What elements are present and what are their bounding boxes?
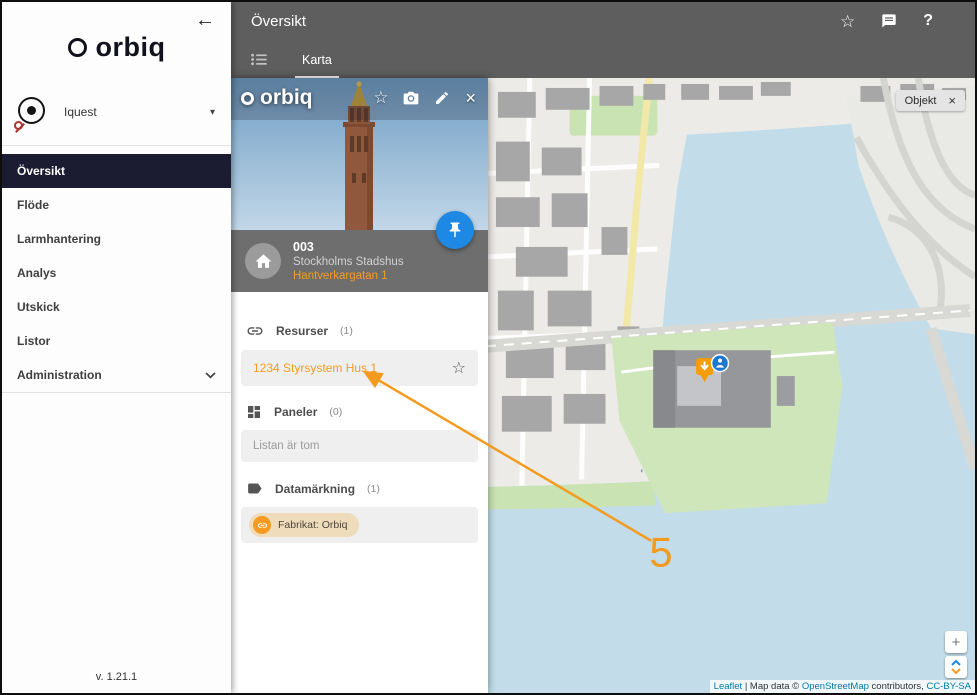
zoom-in-button[interactable]: + bbox=[945, 631, 967, 653]
resources-section-header: Resurser (1) bbox=[231, 322, 488, 340]
panel-body: Resurser (1) 1234 Styrsystem Hus 1 ☆ Pan… bbox=[231, 292, 488, 693]
back-arrow-icon[interactable]: ← bbox=[195, 10, 215, 30]
sidebar-item-label: Analys bbox=[17, 266, 56, 280]
tags-row: Fabrikat: Orbiq bbox=[241, 507, 478, 543]
map-marker-badge[interactable] bbox=[712, 355, 729, 372]
panels-section-header: Paneler (0) bbox=[231, 404, 488, 420]
tags-count: (1) bbox=[367, 483, 380, 495]
account-selector[interactable]: Iquest ▾ bbox=[2, 97, 231, 143]
empty-text: Listan är tom bbox=[253, 440, 319, 452]
camera-icon[interactable] bbox=[403, 91, 419, 105]
favorite-star-icon[interactable]: ☆ bbox=[373, 88, 388, 108]
resources-count: (1) bbox=[340, 325, 353, 337]
attribution-text: | Map data © bbox=[742, 681, 802, 692]
sidebar-item-listor[interactable]: Listor bbox=[2, 324, 231, 358]
tag-chip-label: Fabrikat: Orbiq bbox=[278, 519, 347, 531]
app-window: ← orbiq Iquest ▾ Översikt Flöde Larmhant… bbox=[0, 0, 977, 695]
favorite-star-icon[interactable]: ☆ bbox=[840, 13, 855, 30]
caret-down-icon: ▾ bbox=[210, 107, 215, 118]
sidebar-item-label: Översikt bbox=[17, 164, 65, 178]
resource-list-item[interactable]: 1234 Styrsystem Hus 1 ☆ bbox=[241, 350, 478, 386]
chevron-down-icon bbox=[205, 372, 216, 379]
object-info-bar: 003 Stockholms Stadshus Hantverkargatan … bbox=[231, 230, 488, 292]
orbiq-logo-ring-icon bbox=[68, 38, 87, 57]
object-name: Stockholms Stadshus bbox=[293, 256, 404, 268]
object-detail-panel: orbiq ☆ × 003 bbox=[231, 78, 488, 693]
panels-empty-state: Listan är tom bbox=[241, 430, 478, 462]
account-name: Iquest bbox=[64, 105, 97, 119]
orbiq-logo-ring-icon bbox=[241, 92, 254, 105]
resource-name: 1234 Styrsystem Hus 1 bbox=[253, 361, 377, 375]
sidebar-item-larmhantering[interactable]: Larmhantering bbox=[2, 222, 231, 256]
content-area: Objekt × + Leaflet | Map data © OpenStre… bbox=[231, 78, 975, 693]
sidebar-item-label: Larmhantering bbox=[17, 232, 101, 246]
orbiq-logo-text: orbiq bbox=[260, 86, 313, 110]
panels-count: (0) bbox=[329, 406, 342, 418]
tab-karta[interactable]: Karta bbox=[295, 53, 339, 78]
attribution-text: contributors, bbox=[869, 681, 927, 692]
tags-section-header: Datamärkning (1) bbox=[231, 480, 488, 497]
app-version: v. 1.21.1 bbox=[2, 661, 231, 693]
tag-link-icon bbox=[253, 516, 271, 534]
page-title: Översikt bbox=[251, 13, 306, 30]
collapse-control-button[interactable] bbox=[945, 656, 967, 678]
sidebar-item-flode[interactable]: Flöde bbox=[2, 188, 231, 222]
favorite-star-icon[interactable]: ☆ bbox=[452, 358, 466, 378]
panels-label: Paneler bbox=[274, 405, 317, 419]
orbiq-logo-text: orbiq bbox=[96, 32, 166, 63]
dashboard-icon bbox=[246, 404, 262, 420]
help-icon[interactable]: ? bbox=[923, 13, 933, 29]
account-logo-icon bbox=[18, 97, 48, 127]
top-header: Översikt ☆ ? bbox=[231, 2, 975, 40]
sidebar-item-label: Flöde bbox=[17, 198, 49, 212]
object-id: 003 bbox=[293, 240, 404, 254]
edit-pencil-icon[interactable] bbox=[434, 90, 450, 106]
object-avatar bbox=[245, 243, 281, 279]
tag-icon bbox=[246, 480, 263, 497]
objekt-filter-chip[interactable]: Objekt × bbox=[896, 90, 965, 111]
pin-button[interactable] bbox=[436, 211, 474, 249]
tab-bar: Karta bbox=[231, 40, 975, 78]
sidebar-item-administration[interactable]: Administration bbox=[2, 358, 231, 392]
sidebar-item-utskick[interactable]: Utskick bbox=[2, 290, 231, 324]
resources-label: Resurser bbox=[276, 324, 328, 338]
main-area: Översikt ☆ ? Karta bbox=[231, 2, 975, 693]
map-controls: + bbox=[945, 631, 967, 678]
objekt-label: Objekt bbox=[905, 95, 937, 107]
tag-chip[interactable]: Fabrikat: Orbiq bbox=[249, 513, 359, 537]
sidebar: ← orbiq Iquest ▾ Översikt Flöde Larmhant… bbox=[2, 2, 231, 693]
leaflet-link[interactable]: Leaflet bbox=[714, 681, 743, 692]
pushpin-icon bbox=[446, 221, 464, 239]
sidebar-item-analys[interactable]: Analys bbox=[2, 256, 231, 290]
link-icon bbox=[246, 322, 264, 340]
osm-link[interactable]: OpenStreetMap bbox=[802, 681, 869, 692]
object-photo: orbiq ☆ × bbox=[231, 78, 488, 230]
tags-label: Datamärkning bbox=[275, 482, 355, 496]
object-address: Hantverkargatan 1 bbox=[293, 270, 404, 282]
map-attribution: Leaflet | Map data © OpenStreetMap contr… bbox=[710, 680, 975, 693]
orbiq-logo: orbiq bbox=[2, 32, 231, 63]
panel-orbiq-logo: orbiq bbox=[241, 86, 313, 110]
sidebar-item-oversikt[interactable]: Översikt bbox=[2, 154, 231, 188]
feedback-chat-icon[interactable] bbox=[881, 13, 897, 29]
license-link[interactable]: CC-BY-SA bbox=[926, 681, 971, 692]
sidebar-item-label: Listor bbox=[17, 334, 50, 348]
sidebar-item-label: Administration bbox=[17, 368, 102, 382]
list-view-icon[interactable] bbox=[251, 53, 267, 66]
sidebar-nav: Översikt Flöde Larmhantering Analys Utsk… bbox=[2, 145, 231, 393]
close-icon[interactable]: × bbox=[465, 88, 476, 109]
home-icon bbox=[254, 252, 273, 271]
close-icon[interactable]: × bbox=[948, 93, 956, 108]
sidebar-item-label: Utskick bbox=[17, 300, 60, 314]
